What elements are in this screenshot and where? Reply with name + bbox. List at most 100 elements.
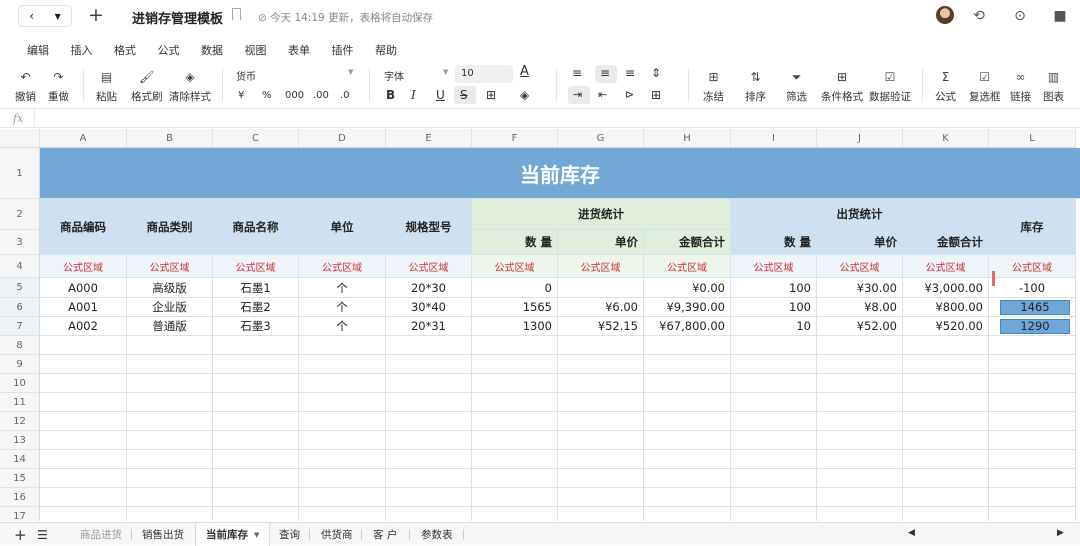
column-header[interactable]: E: [386, 129, 472, 148]
table-cell[interactable]: [731, 450, 817, 469]
table-cell[interactable]: [213, 450, 299, 469]
header-in-qty[interactable]: 数 量: [472, 230, 558, 255]
table-cell[interactable]: [989, 412, 1076, 431]
table-cell[interactable]: [558, 469, 644, 488]
header-out-price[interactable]: 单价: [817, 230, 903, 255]
wrap-icon[interactable]: ⇤: [598, 88, 607, 101]
dropdown-arrow-icon[interactable]: ▼: [55, 12, 61, 21]
table-cell[interactable]: [817, 374, 903, 393]
table-cell[interactable]: [213, 488, 299, 507]
header-out-amount[interactable]: 金额合计: [903, 230, 989, 255]
table-cell[interactable]: [299, 412, 386, 431]
increase-decimal-button[interactable]: .00: [313, 90, 329, 101]
table-cell[interactable]: [472, 355, 558, 374]
sheet-title-cell[interactable]: 当前库存: [40, 148, 1080, 199]
document-title[interactable]: 进销存管理模板: [132, 8, 223, 27]
header-purchase-group[interactable]: 进货统计: [472, 199, 731, 230]
header-code[interactable]: 商品编码: [40, 199, 127, 255]
table-cell[interactable]: [386, 336, 472, 355]
table-cell[interactable]: ¥52.00: [817, 317, 903, 336]
formula-area-label[interactable]: 公式区域: [903, 255, 989, 278]
menu-edit[interactable]: 编辑: [27, 42, 49, 58]
table-cell[interactable]: [386, 469, 472, 488]
table-cell[interactable]: [731, 393, 817, 412]
formula-area-label[interactable]: 公式区域: [127, 255, 213, 278]
table-cell[interactable]: -100: [989, 278, 1076, 298]
table-cell[interactable]: 普通版: [127, 317, 213, 336]
table-cell[interactable]: [299, 450, 386, 469]
history-icon[interactable]: ⟲: [969, 6, 989, 26]
column-header[interactable]: K: [903, 129, 989, 148]
table-cell[interactable]: 1290: [989, 317, 1076, 336]
row-header[interactable]: 4: [0, 255, 40, 278]
table-cell[interactable]: [386, 355, 472, 374]
table-cell[interactable]: [386, 374, 472, 393]
table-cell[interactable]: [558, 412, 644, 431]
row-header[interactable]: 12: [0, 412, 40, 431]
underline-button[interactable]: U: [436, 88, 445, 102]
table-cell[interactable]: [299, 488, 386, 507]
row-header[interactable]: 10: [0, 374, 40, 393]
table-cell[interactable]: [40, 450, 127, 469]
percent-button[interactable]: %: [262, 90, 272, 101]
row-header[interactable]: 3: [0, 230, 40, 255]
align-center-icon[interactable]: ≡: [595, 65, 617, 83]
table-cell[interactable]: [386, 450, 472, 469]
column-header[interactable]: F: [472, 129, 558, 148]
border-icon[interactable]: ⊞: [486, 88, 496, 102]
table-cell[interactable]: [40, 431, 127, 450]
table-cell[interactable]: [731, 374, 817, 393]
table-cell[interactable]: [558, 488, 644, 507]
table-cell[interactable]: [40, 355, 127, 374]
column-header[interactable]: C: [213, 129, 299, 148]
row-header[interactable]: 16: [0, 488, 40, 507]
vertical-align-icon[interactable]: ⇕: [651, 66, 661, 80]
table-cell[interactable]: [903, 450, 989, 469]
table-cell[interactable]: 1465: [989, 298, 1076, 317]
table-cell[interactable]: [127, 412, 213, 431]
currency-button[interactable]: ¥: [238, 90, 244, 101]
table-cell[interactable]: [127, 336, 213, 355]
table-cell[interactable]: [213, 355, 299, 374]
row-header[interactable]: 8: [0, 336, 40, 355]
table-cell[interactable]: [903, 412, 989, 431]
formula-area-label[interactable]: 公式区域: [299, 255, 386, 278]
tab-query[interactable]: 查询: [279, 523, 300, 546]
menu-data[interactable]: 数据: [201, 42, 223, 58]
filter-button[interactable]: ⏷ 筛选: [786, 68, 807, 104]
present-icon[interactable]: ⊙: [1010, 6, 1030, 26]
table-cell[interactable]: [127, 393, 213, 412]
table-cell[interactable]: 1300: [472, 317, 558, 336]
table-cell[interactable]: 个: [299, 278, 386, 298]
chart-button[interactable]: ▥ 图表: [1043, 68, 1064, 104]
table-cell[interactable]: ¥52.15: [558, 317, 644, 336]
table-cell[interactable]: [731, 507, 817, 521]
add-sheet-icon[interactable]: +: [14, 523, 27, 546]
table-cell[interactable]: [817, 488, 903, 507]
tab-customer[interactable]: 客 户: [373, 523, 397, 546]
table-cell[interactable]: ¥3,000.00: [903, 278, 989, 298]
menu-plugin[interactable]: 插件: [332, 42, 354, 58]
table-cell[interactable]: [40, 336, 127, 355]
column-header[interactable]: A: [40, 129, 127, 148]
table-cell[interactable]: [817, 412, 903, 431]
table-cell[interactable]: [903, 469, 989, 488]
menu-form[interactable]: 表单: [288, 42, 310, 58]
tab-purchase[interactable]: 商品进货: [80, 523, 122, 546]
tab-current-stock[interactable]: 当前库存 ▼: [195, 523, 271, 546]
table-cell[interactable]: [989, 450, 1076, 469]
table-cell[interactable]: [644, 412, 731, 431]
table-cell[interactable]: [558, 393, 644, 412]
table-cell[interactable]: [903, 336, 989, 355]
row-header[interactable]: 6: [0, 298, 40, 317]
table-cell[interactable]: 石墨3: [213, 317, 299, 336]
formula-area-label[interactable]: 公式区域: [213, 255, 299, 278]
table-cell[interactable]: [213, 336, 299, 355]
table-cell[interactable]: ¥9,390.00: [644, 298, 731, 317]
table-cell[interactable]: [817, 355, 903, 374]
table-cell[interactable]: [644, 336, 731, 355]
table-cell[interactable]: [644, 374, 731, 393]
row-header[interactable]: 9: [0, 355, 40, 374]
table-cell[interactable]: [386, 507, 472, 521]
column-header[interactable]: L: [989, 129, 1076, 148]
